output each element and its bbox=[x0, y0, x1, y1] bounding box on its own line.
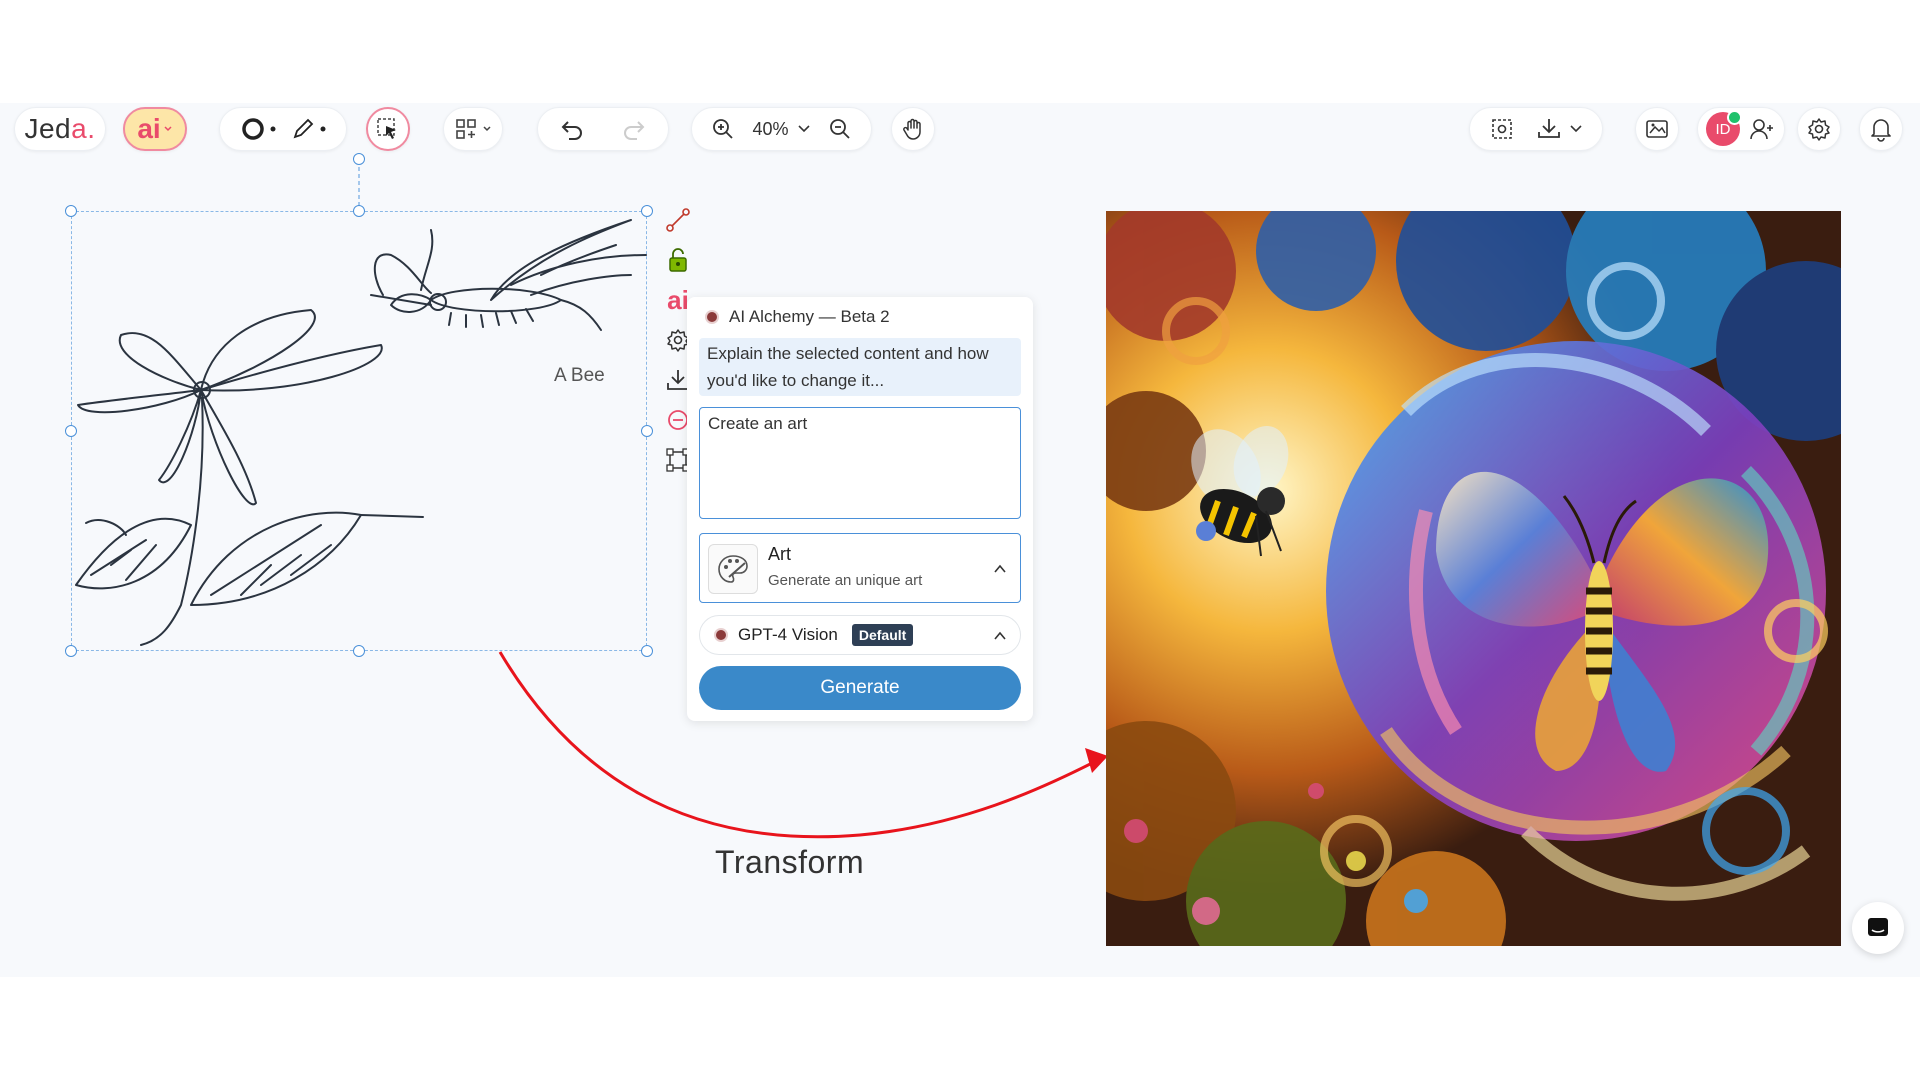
avatar-initials: ID bbox=[1715, 120, 1731, 138]
artwork-image bbox=[1106, 211, 1841, 946]
status-dot-icon bbox=[705, 310, 719, 324]
chevron-up-icon bbox=[992, 561, 1008, 577]
generated-artwork[interactable] bbox=[1106, 211, 1841, 946]
logo-text: Jeda. bbox=[24, 113, 95, 145]
zoom-in-icon[interactable] bbox=[710, 116, 736, 142]
mode-title: Art bbox=[768, 544, 792, 564]
chevron-down-icon[interactable] bbox=[797, 122, 811, 136]
ai-label: ai bbox=[137, 113, 161, 144]
panel-title: AI Alchemy — Beta 2 bbox=[705, 307, 890, 327]
transform-label: Transform bbox=[715, 844, 865, 880]
ai-menu-button[interactable]: ai bbox=[123, 107, 187, 151]
collaborators-group: ID bbox=[1697, 107, 1785, 151]
draw-tools-group bbox=[219, 107, 347, 151]
add-user-icon[interactable] bbox=[1748, 116, 1776, 142]
connector-tool[interactable] bbox=[661, 200, 695, 240]
bell-icon bbox=[1867, 115, 1895, 143]
grid-add-icon bbox=[454, 117, 478, 141]
palette-icon bbox=[708, 544, 758, 594]
select-tool-button[interactable] bbox=[366, 107, 410, 151]
online-status-dot bbox=[1727, 110, 1742, 125]
lock-tool[interactable] bbox=[661, 240, 695, 280]
history-group bbox=[537, 107, 669, 151]
panel-hint: Explain the selected content and how you… bbox=[699, 338, 1021, 396]
sketch-drawing bbox=[75, 219, 647, 646]
zoom-level[interactable]: 40% bbox=[752, 119, 788, 140]
notifications-button[interactable] bbox=[1859, 107, 1903, 151]
chat-icon bbox=[1868, 918, 1888, 936]
export-group bbox=[1469, 107, 1603, 151]
image-gallery-icon bbox=[1644, 116, 1670, 142]
chevron-down-icon[interactable] bbox=[1569, 122, 1583, 136]
shape-circle-icon[interactable] bbox=[240, 116, 266, 142]
logo-accent: a. bbox=[71, 113, 96, 144]
hand-icon bbox=[900, 116, 926, 142]
prompt-input[interactable] bbox=[699, 407, 1021, 519]
dot-small-icon bbox=[320, 126, 326, 132]
chat-widget-button[interactable] bbox=[1852, 902, 1904, 954]
zoom-group: 40% bbox=[691, 107, 872, 151]
avatar[interactable]: ID bbox=[1706, 110, 1742, 146]
pan-tool-button[interactable] bbox=[891, 107, 935, 151]
undo-icon[interactable] bbox=[559, 116, 585, 142]
dot-small-icon bbox=[270, 126, 276, 132]
chevron-down-icon bbox=[163, 124, 173, 134]
unlock-icon bbox=[669, 248, 687, 272]
rotate-handle[interactable] bbox=[353, 153, 365, 165]
settings-button[interactable] bbox=[1797, 107, 1841, 151]
redo-icon[interactable] bbox=[621, 116, 647, 142]
mode-selector[interactable]: Art Generate an unique art bbox=[699, 533, 1021, 603]
panel-title-text: AI Alchemy — Beta 2 bbox=[729, 307, 890, 326]
transform-arrow bbox=[498, 651, 1108, 839]
download-icon[interactable] bbox=[1535, 116, 1563, 142]
zoom-out-icon[interactable] bbox=[827, 116, 853, 142]
sketch-label: A Bee bbox=[554, 365, 605, 386]
ai-tool-label: ai bbox=[667, 284, 689, 315]
logo[interactable]: Jeda. bbox=[14, 107, 106, 151]
layout-menu-button[interactable] bbox=[443, 107, 503, 151]
pen-icon[interactable] bbox=[290, 116, 316, 142]
logo-main: Jed bbox=[24, 113, 72, 144]
screenshot-area-icon[interactable] bbox=[1489, 116, 1515, 142]
gallery-button[interactable] bbox=[1635, 107, 1679, 151]
select-cursor-icon bbox=[375, 116, 401, 142]
chevron-down-icon bbox=[482, 124, 492, 134]
connector-icon bbox=[666, 208, 690, 232]
gear-icon bbox=[1806, 116, 1832, 142]
mode-subtitle: Generate an unique art bbox=[768, 572, 923, 589]
